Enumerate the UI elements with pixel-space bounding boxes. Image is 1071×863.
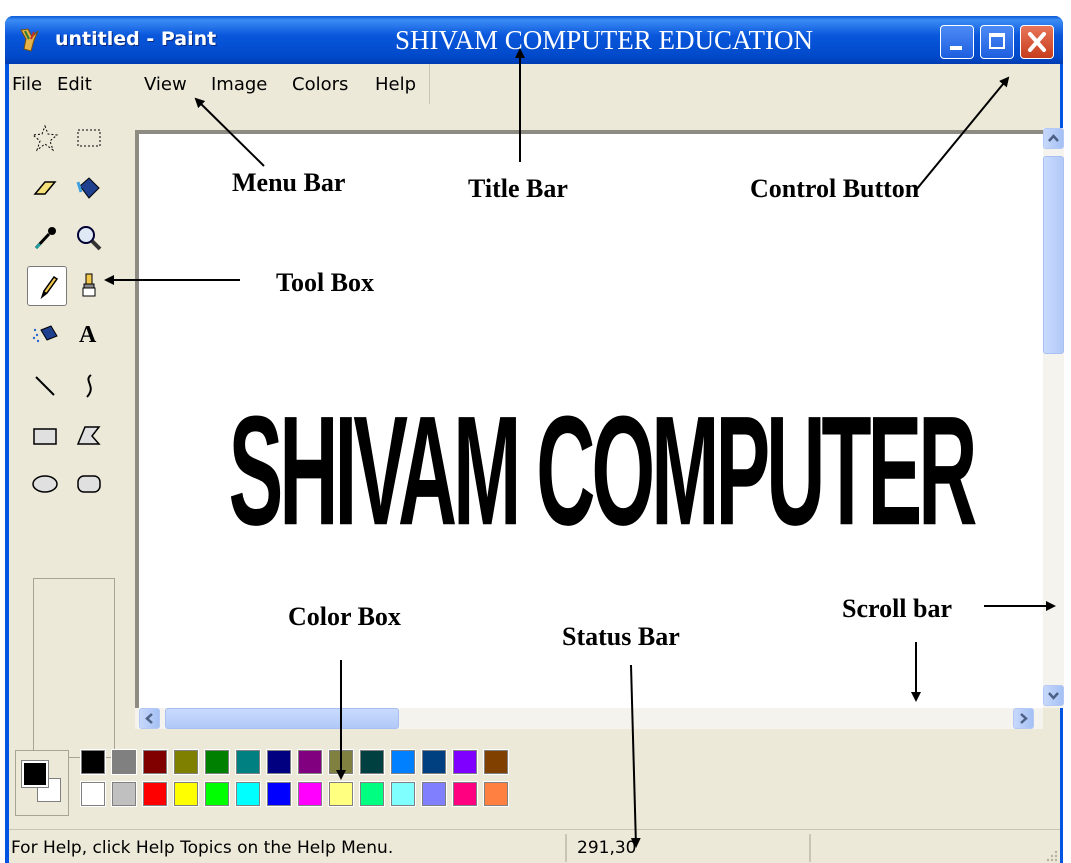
arrow-status-bar [630, 664, 641, 848]
paint-screenshot: untitled - Paint SHIVAM COMPUTER EDUCATI… [0, 0, 1071, 863]
annotation-arrows [104, 48, 1056, 848]
arrow-menu-bar [194, 97, 265, 167]
arrow-control-button [915, 76, 1010, 191]
